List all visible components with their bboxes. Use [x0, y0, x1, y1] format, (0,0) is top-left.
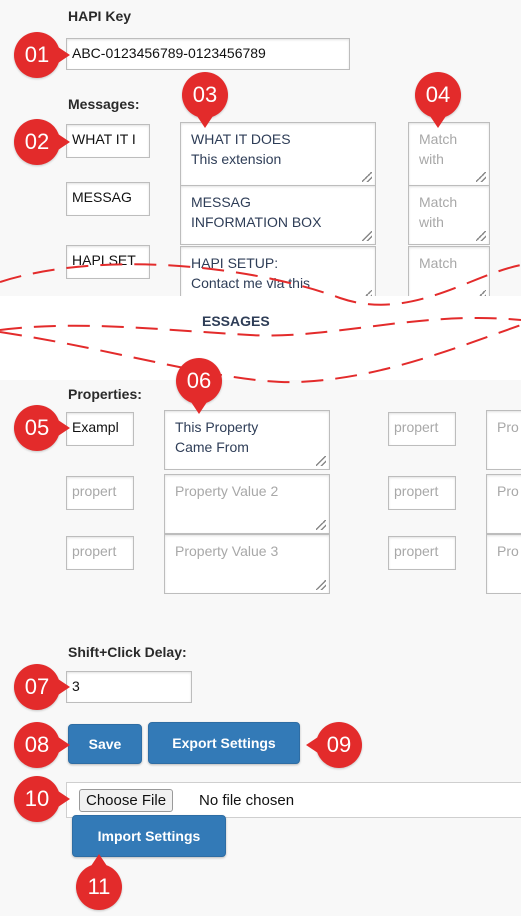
resize-grip-icon[interactable] [362, 172, 372, 182]
match-placeholder-line: with [419, 214, 444, 230]
property-name-input[interactable]: Exampl [66, 412, 134, 446]
message-name-input[interactable]: MESSAG [66, 182, 150, 216]
message-match-area[interactable]: Match with [408, 122, 490, 186]
property-name-input[interactable]: propert [388, 536, 456, 570]
property-value-line: Pro [497, 483, 519, 499]
message-text-line: MESSAG [191, 194, 251, 210]
hapi-key-input[interactable]: ABC-0123456789-0123456789 [66, 38, 350, 70]
resize-grip-icon[interactable] [362, 231, 372, 241]
message-text-area[interactable]: MESSAG INFORMATION BOX [180, 185, 376, 245]
callout-badge-07: 07 [14, 664, 70, 710]
property-value-area[interactable]: This Property Came From [164, 410, 330, 470]
callout-badge-04: 04 [415, 72, 461, 128]
message-text-line: This extension [191, 151, 282, 167]
message-text-area[interactable]: WHAT IT DOES This extension [180, 122, 376, 186]
property-value-area[interactable]: Property Value 3 [164, 534, 330, 594]
callout-badge-02: 02 [14, 119, 70, 165]
property-name-input[interactable]: propert [388, 476, 456, 510]
messages-label: Messages: [68, 96, 140, 112]
property-value-area[interactable]: Pro [486, 534, 521, 594]
callout-badge-10: 10 [14, 776, 70, 822]
property-value-area[interactable]: Property Value 2 [164, 474, 330, 534]
property-name-input[interactable]: propert [388, 412, 456, 446]
property-name-input[interactable]: propert [66, 476, 134, 510]
property-value-line: Pro [497, 419, 519, 435]
callout-badge-06: 06 [176, 358, 222, 414]
resize-grip-icon[interactable] [316, 520, 326, 530]
property-value-area[interactable]: Pro [486, 474, 521, 534]
file-status-text: No file chosen [199, 792, 295, 809]
match-placeholder-line: Match [419, 131, 458, 147]
message-text-line: INFORMATION BOX [191, 214, 322, 230]
property-value-area[interactable]: Pro [486, 410, 521, 470]
resize-grip-icon[interactable] [316, 456, 326, 466]
hapi-key-label: HAPI Key [68, 8, 132, 24]
resize-grip-icon[interactable] [316, 580, 326, 590]
match-placeholder-line: Match [419, 194, 458, 210]
match-placeholder-line: with [419, 151, 444, 167]
file-input[interactable]: Choose File No file chosen [66, 782, 521, 818]
resize-grip-icon[interactable] [476, 172, 486, 182]
save-button[interactable]: Save [68, 724, 142, 764]
delay-label: Shift+Click Delay: [68, 644, 187, 660]
callout-badge-05: 05 [14, 405, 70, 451]
callout-badge-08: 08 [14, 722, 70, 768]
message-name-input[interactable]: WHAT IT I [66, 124, 150, 158]
resize-grip-icon[interactable] [476, 231, 486, 241]
export-settings-button[interactable]: Export Settings [148, 722, 300, 764]
torn-section-lines [0, 263, 521, 384]
import-settings-button[interactable]: Import Settings [72, 815, 226, 857]
choose-file-button[interactable]: Choose File [79, 789, 174, 812]
properties-label: Properties: [68, 386, 142, 402]
property-value-line: Came From [175, 439, 249, 455]
callout-badge-01: 01 [14, 32, 70, 78]
callout-badge-11: 11 [76, 854, 122, 910]
property-value-line: Property Value 3 [175, 543, 279, 559]
message-text-line: WHAT IT DOES [191, 131, 291, 147]
callout-badge-09: 09 [306, 722, 362, 768]
property-value-line: Pro [497, 543, 519, 559]
callout-badge-03: 03 [182, 72, 228, 128]
property-name-input[interactable]: propert [66, 536, 134, 570]
delay-input[interactable]: 3 [66, 671, 192, 703]
property-value-line: This Property [175, 419, 259, 435]
property-value-line: Property Value 2 [175, 483, 279, 499]
message-match-area[interactable]: Match with [408, 185, 490, 245]
